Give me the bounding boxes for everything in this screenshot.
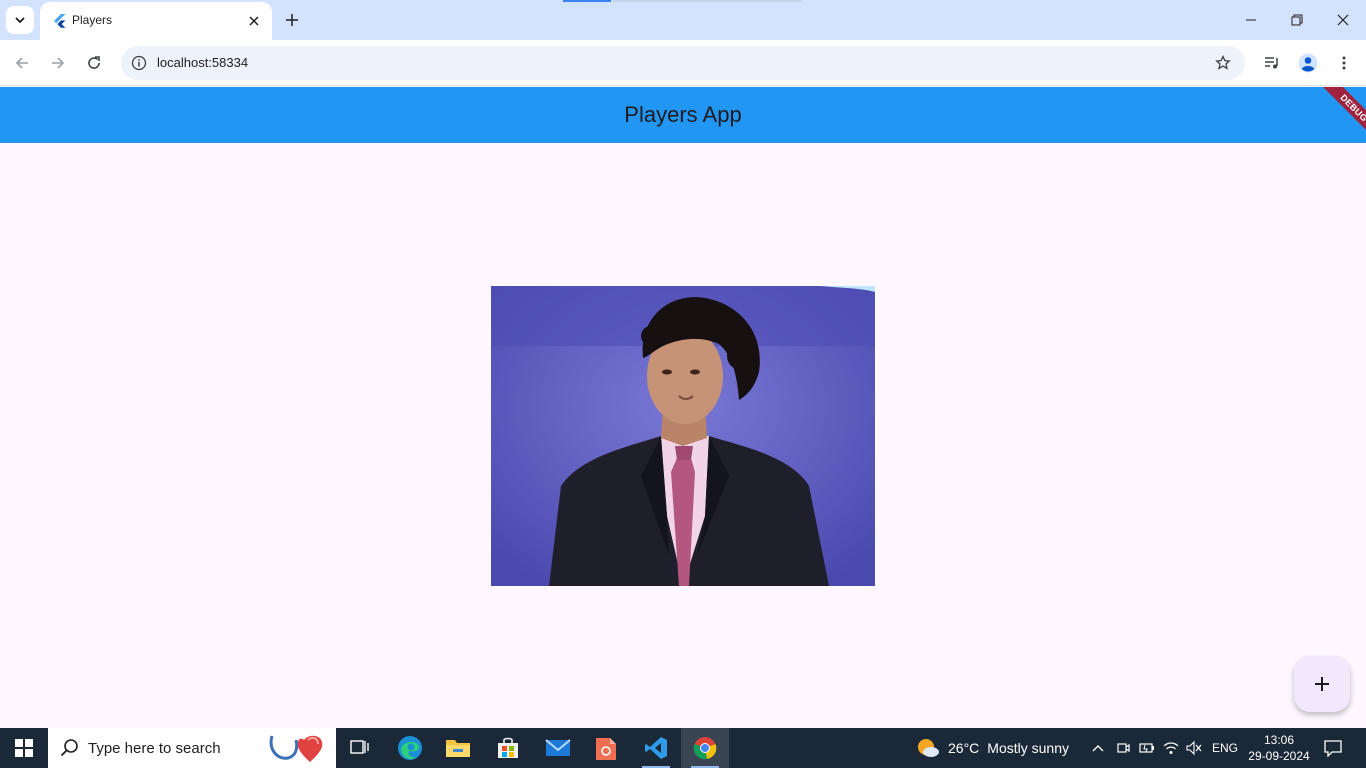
browser-tab-strip: Players — [0, 0, 1366, 40]
tab-group-indicator — [612, 0, 802, 2]
taskbar: Type here to search 26°C Mostly sunny EN… — [0, 728, 1366, 768]
start-button[interactable] — [0, 728, 48, 768]
clock-time: 13:06 — [1263, 733, 1295, 747]
mail-icon — [545, 739, 571, 756]
tab-search-button[interactable] — [6, 6, 34, 34]
tab-title: Players — [72, 13, 113, 27]
search-placeholder: Type here to search — [88, 740, 221, 757]
bookmark-star-icon[interactable] — [1213, 53, 1233, 73]
back-button[interactable] — [8, 49, 36, 77]
browser-tab[interactable]: Players — [40, 2, 272, 40]
address-bar[interactable]: localhost:58334 — [121, 46, 1245, 80]
input-language[interactable]: ENG — [1212, 741, 1238, 755]
chevron-up-icon — [1092, 745, 1104, 752]
clock-date: 29-09-2024 — [1248, 749, 1310, 763]
url-text[interactable]: localhost:58334 — [157, 55, 248, 70]
page-title: Players App — [624, 102, 742, 127]
show-hidden-icons-button[interactable] — [1088, 738, 1108, 758]
app-icon — [596, 738, 616, 760]
plus-icon — [1315, 677, 1329, 691]
reload-icon — [88, 56, 100, 69]
arrow-right-icon — [52, 57, 65, 69]
taskbar-search[interactable]: Type here to search — [48, 728, 336, 768]
microsoft-store-app[interactable] — [484, 728, 532, 768]
notification-center-button[interactable] — [1318, 736, 1348, 760]
weather-temperature: 26°C — [948, 740, 980, 756]
folder-icon — [446, 740, 470, 757]
partly-sunny-icon — [918, 739, 939, 757]
profile-button[interactable] — [1294, 49, 1322, 77]
meet-now-icon[interactable] — [1113, 738, 1133, 758]
debug-banner: DEBUG — [1296, 87, 1366, 157]
search-icon — [60, 739, 78, 757]
tab-close-button[interactable] — [244, 11, 264, 31]
tab-group-indicator — [563, 0, 611, 2]
arrow-left-icon — [15, 57, 28, 69]
plus-icon — [286, 14, 298, 26]
photo-app[interactable] — [582, 728, 630, 768]
task-view-icon — [350, 740, 369, 754]
new-tab-button[interactable] — [280, 8, 304, 32]
add-player-button[interactable] — [1294, 656, 1350, 712]
mail-app[interactable] — [534, 728, 582, 768]
taskbar-clock[interactable]: 13:06 29-09-2024 — [1244, 732, 1314, 764]
chrome-app[interactable] — [681, 728, 729, 768]
windows-icon — [15, 739, 33, 757]
debug-label: DEBUG — [1313, 87, 1366, 149]
minimize-icon — [1246, 19, 1256, 21]
edge-icon — [398, 736, 422, 760]
edge-app[interactable] — [386, 728, 434, 768]
weather-widget[interactable]: 26°C Mostly sunny — [916, 728, 1069, 768]
close-window-button[interactable] — [1320, 0, 1366, 40]
task-view-button[interactable] — [336, 728, 384, 768]
minimize-button[interactable] — [1228, 0, 1274, 40]
close-icon — [1337, 14, 1349, 26]
app-bar: Players App — [0, 87, 1366, 143]
search-highlight-icon — [269, 735, 323, 762]
store-icon — [498, 737, 518, 758]
restore-button[interactable] — [1274, 0, 1320, 40]
chevron-down-icon — [15, 17, 25, 24]
weather-description: Mostly sunny — [987, 740, 1069, 756]
browser-menu-button[interactable] — [1330, 49, 1358, 77]
close-icon — [249, 16, 259, 26]
media-controls-button[interactable] — [1258, 49, 1286, 77]
wifi-icon[interactable] — [1161, 738, 1181, 758]
chrome-icon — [693, 737, 717, 760]
media-queue-icon — [1265, 57, 1278, 69]
player-image — [491, 286, 875, 586]
browser-toolbar: localhost:58334 — [0, 40, 1366, 86]
vscode-icon — [645, 737, 667, 759]
flutter-icon — [54, 14, 66, 28]
site-info-icon[interactable] — [129, 53, 149, 73]
battery-icon[interactable] — [1137, 738, 1157, 758]
avatar-icon — [1298, 53, 1318, 73]
notification-icon — [1324, 740, 1342, 757]
file-explorer-app[interactable] — [434, 728, 482, 768]
vscode-app[interactable] — [632, 728, 680, 768]
reload-button[interactable] — [80, 49, 108, 77]
volume-muted-icon[interactable] — [1184, 738, 1204, 758]
forward-button[interactable] — [44, 49, 72, 77]
restore-icon — [1291, 14, 1303, 26]
more-vert-icon — [1342, 56, 1346, 70]
